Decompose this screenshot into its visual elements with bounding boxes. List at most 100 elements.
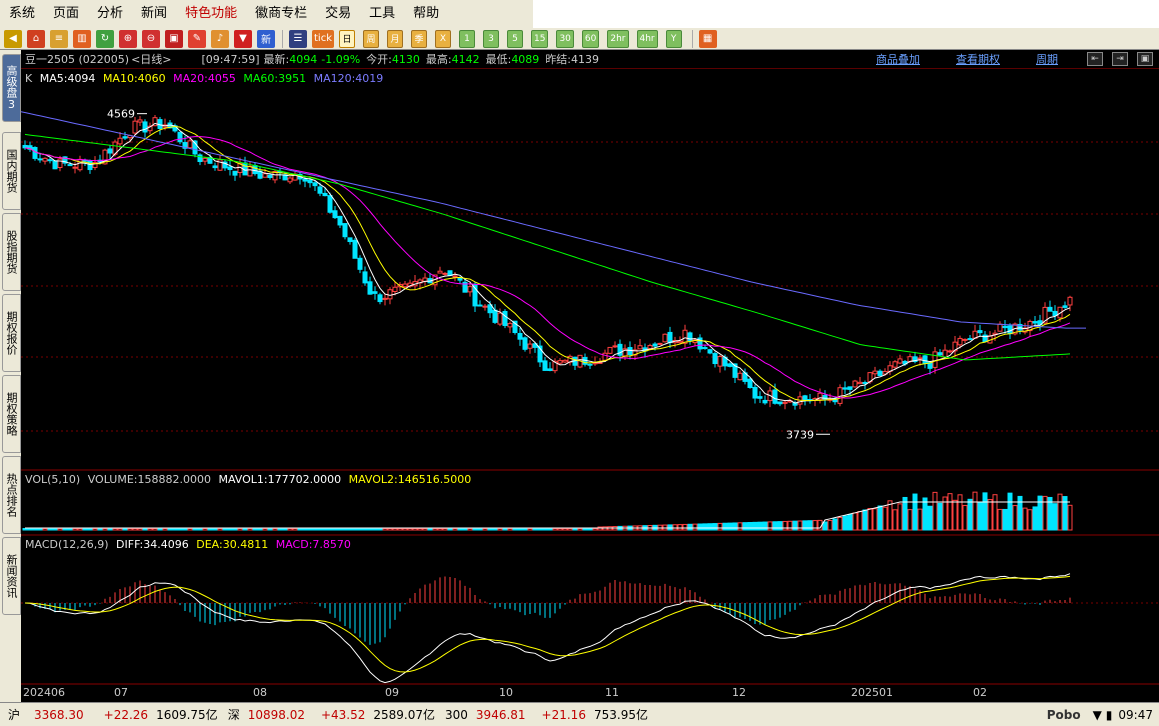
candle-body bbox=[932, 351, 938, 368]
candle-body bbox=[232, 170, 238, 176]
candle-body bbox=[477, 304, 483, 307]
candle-body bbox=[122, 136, 128, 139]
tab-advanced-panel[interactable]: 高级盘3 bbox=[2, 54, 21, 122]
book-icon[interactable]: ▥ bbox=[73, 29, 91, 48]
candle-body bbox=[137, 119, 143, 123]
candle-body bbox=[352, 239, 358, 259]
volume-bar bbox=[742, 522, 748, 531]
candle-body bbox=[957, 337, 963, 346]
list-icon[interactable]: ☰ bbox=[289, 29, 307, 48]
candle-body bbox=[262, 173, 268, 178]
period-day-button[interactable]: 日 bbox=[339, 29, 355, 48]
new-icon[interactable]: 新 bbox=[257, 29, 275, 48]
tab-option-quotes[interactable]: 期权报价 bbox=[2, 294, 21, 372]
menu-system[interactable]: 系统 bbox=[0, 0, 44, 28]
volume-bar bbox=[862, 509, 868, 531]
menu-trade[interactable]: 交易 bbox=[316, 0, 360, 28]
volume-bar bbox=[1002, 508, 1008, 531]
volume-bar bbox=[112, 528, 118, 531]
back-icon[interactable]: ◀ bbox=[4, 29, 22, 48]
filter-icon[interactable]: ▼ bbox=[234, 29, 252, 48]
status-bar: 沪 3368.30 +22.26 1609.75亿 深 10898.02 +43… bbox=[0, 702, 1159, 726]
volume-bar bbox=[467, 528, 473, 531]
candle-body bbox=[757, 396, 763, 399]
period-4hr-button[interactable]: 4hr bbox=[636, 29, 658, 48]
candle-body bbox=[402, 283, 408, 288]
candle-body bbox=[802, 395, 808, 401]
product-overlay-link[interactable]: 商品叠加 bbox=[876, 51, 920, 67]
candle-body bbox=[497, 312, 503, 325]
volume-bar bbox=[197, 528, 203, 531]
period-3-button[interactable]: 3 bbox=[483, 29, 499, 48]
tab-news[interactable]: 新闻资讯 bbox=[2, 537, 21, 615]
candle-body bbox=[892, 361, 898, 368]
candle-body bbox=[507, 323, 513, 328]
brand-logo: Pobo bbox=[1046, 707, 1081, 722]
vol-value: VOLUME:158882.0000 bbox=[87, 473, 211, 486]
tab-option-strategy[interactable]: 期权策略 bbox=[2, 375, 21, 453]
pen-icon[interactable]: ✎ bbox=[188, 29, 206, 48]
panel-maximize-icon[interactable]: ▣ bbox=[1137, 52, 1153, 66]
candle-body bbox=[777, 401, 783, 405]
layers-icon[interactable]: ≡ bbox=[50, 29, 68, 48]
volume-bar bbox=[932, 491, 938, 531]
panel-expand-icon[interactable]: ⇥ bbox=[1112, 52, 1128, 66]
volume-bar bbox=[392, 528, 398, 531]
change-value: -1.09% bbox=[321, 52, 361, 66]
zoom-in-icon[interactable]: ⊕ bbox=[119, 29, 137, 48]
filter-status-icon[interactable]: ▼ bbox=[1093, 708, 1102, 722]
tab-index-futures[interactable]: 股指期货 bbox=[2, 213, 21, 291]
candle-body bbox=[707, 349, 713, 354]
cycle-link[interactable]: 周期 bbox=[1036, 51, 1058, 67]
volume-bar bbox=[592, 528, 598, 531]
volume-bar bbox=[507, 528, 513, 531]
tab-hot-ranking[interactable]: 热点排名 bbox=[2, 456, 21, 534]
period-week-button[interactable]: 周 bbox=[363, 29, 379, 48]
period-y-button[interactable]: Y bbox=[665, 29, 682, 48]
period-60-button[interactable]: 60 bbox=[581, 29, 600, 48]
period-1-button[interactable]: 1 bbox=[459, 29, 475, 48]
period-5-button[interactable]: 5 bbox=[507, 29, 523, 48]
tick-icon[interactable]: tick bbox=[312, 29, 334, 48]
menu-help[interactable]: 帮助 bbox=[404, 0, 448, 28]
menu-page[interactable]: 页面 bbox=[44, 0, 88, 28]
volume-bar bbox=[182, 528, 188, 531]
kline-chart[interactable]: 4569 3739 bbox=[21, 50, 1159, 702]
home-icon[interactable]: ⌂ bbox=[27, 29, 45, 48]
candle-body bbox=[367, 281, 373, 295]
period-month-button[interactable]: 月 bbox=[387, 29, 403, 48]
volume-bar bbox=[27, 528, 33, 531]
period-season-button[interactable]: 季 bbox=[411, 29, 427, 48]
menu-features[interactable]: 特色功能 bbox=[176, 0, 246, 28]
bell-icon[interactable]: ♪ bbox=[211, 29, 229, 48]
candle-body bbox=[22, 144, 28, 149]
candle-body bbox=[662, 333, 668, 343]
candle-body bbox=[647, 345, 653, 349]
candle-body bbox=[607, 346, 613, 354]
zoom-out-icon[interactable]: ⊖ bbox=[142, 29, 160, 48]
period-x-button[interactable]: X bbox=[435, 29, 451, 48]
volume-bar bbox=[57, 528, 63, 531]
tab-domestic-futures[interactable]: 国内期货 bbox=[2, 132, 21, 210]
candle-body bbox=[517, 332, 523, 340]
volume-bar bbox=[522, 528, 528, 531]
period-30-button[interactable]: 30 bbox=[556, 29, 574, 48]
volume-bar bbox=[957, 494, 963, 531]
grid-icon[interactable]: ▦ bbox=[698, 29, 717, 48]
volume-bar bbox=[892, 509, 898, 531]
volume-bar bbox=[972, 491, 978, 531]
window-icon[interactable]: ▣ bbox=[165, 29, 183, 48]
menu-news[interactable]: 新闻 bbox=[132, 0, 176, 28]
menu-analysis[interactable]: 分析 bbox=[88, 0, 132, 28]
view-options-link[interactable]: 查看期权 bbox=[956, 51, 1000, 67]
panel-shrink-icon[interactable]: ⇤ bbox=[1087, 52, 1103, 66]
volume-bar bbox=[202, 528, 208, 531]
menu-tools[interactable]: 工具 bbox=[360, 0, 404, 28]
period-2hr-button[interactable]: 2hr bbox=[607, 29, 629, 48]
refresh-icon[interactable]: ↻ bbox=[96, 29, 114, 48]
volume-bar bbox=[827, 520, 833, 531]
period-15-button[interactable]: 15 bbox=[531, 29, 549, 48]
volume-bar bbox=[487, 528, 493, 531]
candle-body bbox=[977, 330, 983, 334]
menu-huishang[interactable]: 徽商专栏 bbox=[246, 0, 316, 28]
